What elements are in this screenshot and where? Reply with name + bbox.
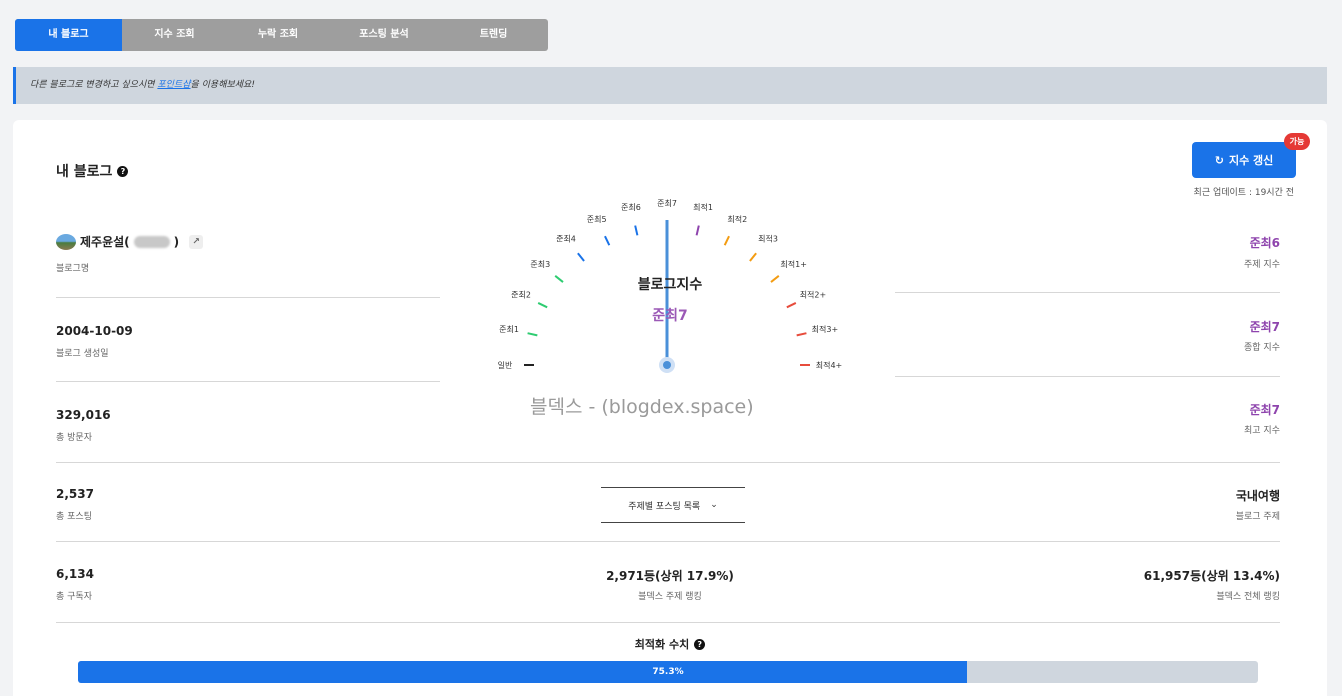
notice-text-after: 을 이용해보세요! xyxy=(190,80,255,90)
gauge-tick-label: 준최5 xyxy=(587,214,607,224)
gauge-tick-label: 준최7 xyxy=(657,198,677,208)
card-title: 내 블로그 ? xyxy=(56,161,129,181)
divider xyxy=(56,622,1280,623)
gauge-tick-label: 일반 xyxy=(498,361,513,370)
tab-trending[interactable]: 트렌딩 xyxy=(439,19,548,51)
gauge-tick-label: 최적2+ xyxy=(800,290,827,300)
total-rank-label: 블덱스 전체 랭킹 xyxy=(1216,592,1280,602)
gauge-tick-label: 준최2 xyxy=(511,290,531,300)
best-index: 준최7 xyxy=(1249,403,1280,417)
divider xyxy=(56,381,440,382)
optimization-title-text: 최적화 수치 xyxy=(634,638,690,651)
gauge-tick xyxy=(723,235,730,246)
gauge-tick-label: 준최3 xyxy=(530,259,550,269)
topic-posting-dropdown[interactable]: 주제별 포스팅 목록 ⌄ xyxy=(601,487,745,523)
gauge-tick-label: 최적3 xyxy=(758,233,778,243)
gauge-tick xyxy=(749,252,757,262)
external-link-icon[interactable]: ↗ xyxy=(189,234,204,249)
divider xyxy=(56,297,440,298)
gauge-tick-label: 최적1 xyxy=(693,202,713,212)
topic-index: 준최6 xyxy=(1249,236,1280,250)
optimization-title: 최적화 수치 ? xyxy=(560,636,780,652)
help-icon[interactable]: ? xyxy=(117,165,129,177)
gauge-tick xyxy=(695,225,700,236)
help-icon[interactable]: ? xyxy=(694,638,706,650)
topic-rank: 2,971등(상위 17.9%) xyxy=(606,569,734,583)
blog-topic: 국내여행 xyxy=(1235,489,1280,503)
topic-index-label: 주제 지수 xyxy=(1244,260,1280,270)
gauge-hub-center xyxy=(663,361,671,369)
total-posts: 2,537 xyxy=(56,487,94,501)
point-shop-link[interactable]: 포인트샵 xyxy=(157,80,190,90)
topic-rank-label: 블덱스 주제 랭킹 xyxy=(638,592,702,602)
refresh-icon: ↻ xyxy=(1214,153,1224,167)
notice-bar: 다른 블로그로 변경하고 싶으시면 포인트샵을 이용해보세요! xyxy=(13,67,1327,104)
overall-index-label: 종합 지수 xyxy=(1244,343,1280,353)
top-tabs: 내 블로그 지수 조회 누락 조회 포스팅 분석 트렌딩 xyxy=(15,19,548,51)
gauge-tick-label: 최적1+ xyxy=(780,259,807,269)
tab-missing-lookup[interactable]: 누락 조회 xyxy=(227,19,329,51)
gauge-tick xyxy=(604,235,611,246)
optimization-progress-text: 75.3% xyxy=(652,667,684,677)
total-visitors-label: 총 방문자 xyxy=(56,433,92,443)
total-subscribers-label: 총 구독자 xyxy=(56,592,92,602)
gauge-tick-label: 준최6 xyxy=(621,202,641,212)
card-title-text: 내 블로그 xyxy=(56,164,113,180)
gauge-tick xyxy=(554,275,564,283)
created-date-label: 블로그 생성일 xyxy=(56,349,109,359)
divider xyxy=(56,541,1280,542)
gauge-tick-label: 최적3+ xyxy=(812,324,839,334)
watermark: 블덱스 - (blogdex.space) xyxy=(530,396,754,418)
tab-index-lookup[interactable]: 지수 조회 xyxy=(122,19,227,51)
created-date: 2004-10-09 xyxy=(56,324,133,338)
gauge-tick xyxy=(770,275,780,283)
blog-name-suffix: ) xyxy=(173,234,180,249)
tab-posting-analysis[interactable]: 포스팅 분석 xyxy=(329,19,439,51)
blog-topic-label: 블로그 주제 xyxy=(1235,512,1280,522)
dropdown-label: 주제별 포스팅 목록 xyxy=(628,501,701,512)
gauge-tick-label: 준최1 xyxy=(499,324,519,334)
gauge-tick-label: 준최4 xyxy=(556,233,576,243)
total-posts-label: 총 포스팅 xyxy=(56,512,92,522)
gauge-tick xyxy=(786,302,797,309)
avatar xyxy=(56,233,76,250)
gauge-tick xyxy=(527,332,538,337)
divider xyxy=(895,376,1280,377)
gauge-tick xyxy=(577,252,585,262)
gauge-tick-label: 최적4+ xyxy=(816,360,843,370)
refresh-label: 지수 갱신 xyxy=(1228,154,1274,167)
overall-index: 준최7 xyxy=(1249,320,1280,334)
divider xyxy=(895,292,1280,293)
gauge-tick xyxy=(634,225,639,236)
optimization-progress-bar: 75.3% xyxy=(78,661,1258,683)
blurred-blog-id xyxy=(133,235,170,248)
total-rank: 61,957등(상위 13.4%) xyxy=(1143,569,1280,583)
gauge-tick xyxy=(537,302,548,309)
total-subscribers: 6,134 xyxy=(56,567,94,581)
refresh-index-button[interactable]: ↻ 지수 갱신 xyxy=(1192,142,1296,178)
blog-name: 제주윤설() ↗ xyxy=(56,233,204,250)
gauge-tick xyxy=(796,332,807,337)
divider xyxy=(56,462,1280,463)
notice-text-before: 다른 블로그로 변경하고 싶으시면 xyxy=(30,80,158,90)
blog-name-label: 블로그명 xyxy=(56,264,90,274)
tab-my-blog[interactable]: 내 블로그 xyxy=(15,19,122,51)
available-badge: 가능 xyxy=(1284,133,1310,150)
total-visitors: 329,016 xyxy=(56,408,111,422)
chevron-down-icon: ⌄ xyxy=(710,500,718,510)
best-index-label: 최고 지수 xyxy=(1244,426,1280,436)
last-updated: 최근 업데이트 : 19시간 전 xyxy=(1193,188,1294,198)
gauge-value: 준최7 xyxy=(652,308,688,324)
blog-name-prefix: 제주윤설( xyxy=(80,235,130,249)
gauge-title: 블로그지수 xyxy=(637,277,703,293)
gauge-tick-label: 최적2 xyxy=(727,214,747,224)
